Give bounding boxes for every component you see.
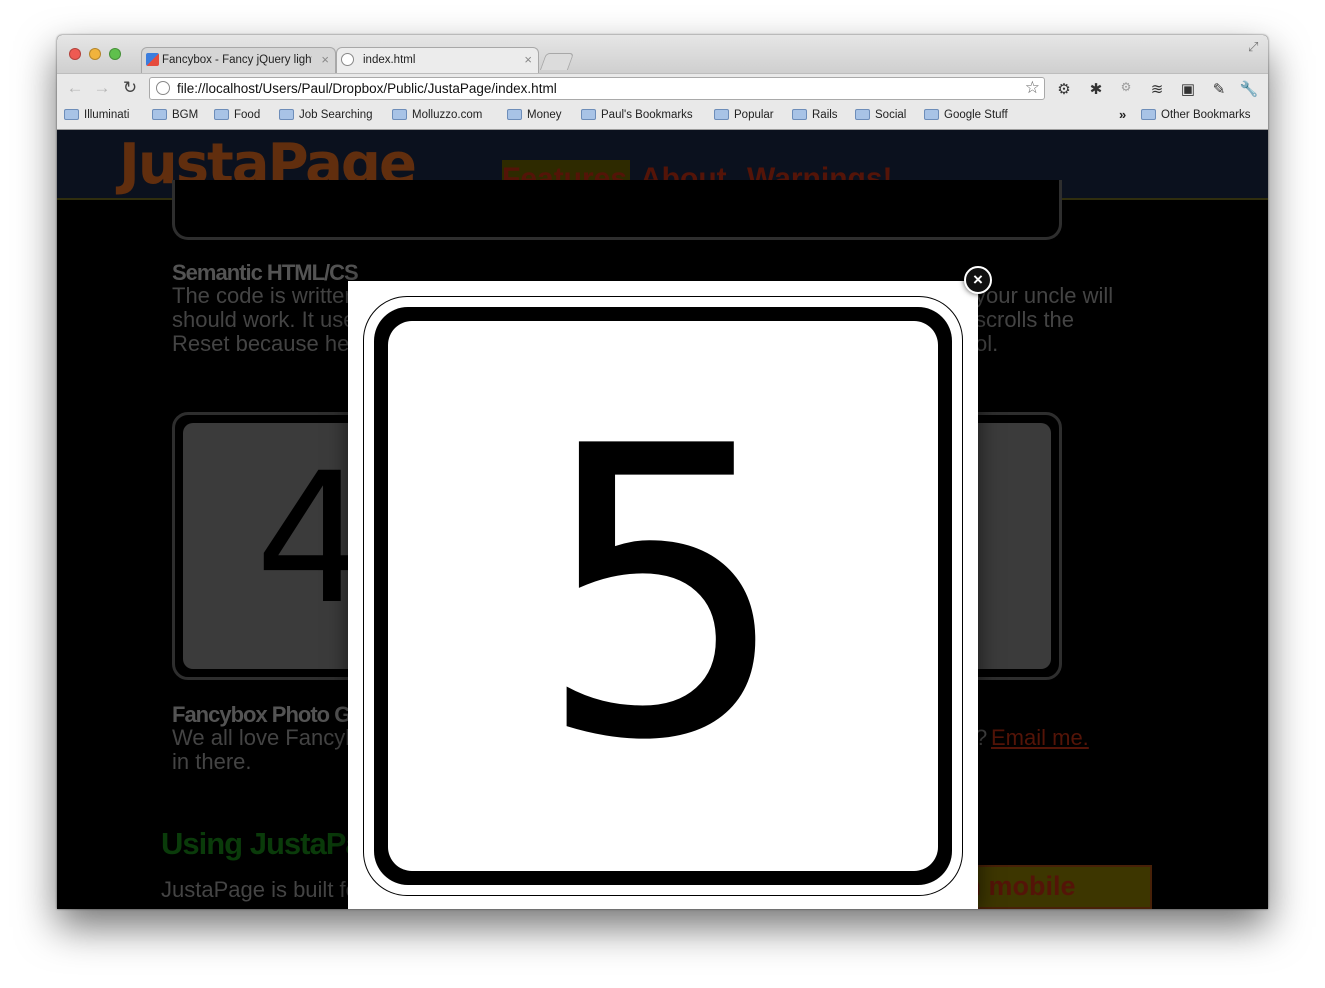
google-favicon-icon (146, 53, 159, 66)
bookmark-folder[interactable]: Molluzzo.com (392, 109, 482, 121)
bookmark-folder[interactable]: Money (507, 109, 562, 121)
folder-icon (792, 109, 807, 120)
bookmark-folder[interactable]: Job Searching (279, 109, 373, 121)
folder-icon (64, 109, 79, 120)
bookmark-folder[interactable]: Illuminati (64, 109, 129, 121)
page-favicon-icon (341, 53, 354, 66)
back-button[interactable]: ← (64, 78, 86, 98)
tab-fancybox[interactable]: Fancybox - Fancy jQuery lightbox × (141, 47, 336, 73)
folder-icon (714, 109, 729, 120)
address-bar[interactable]: file://localhost/Users/Paul/Dropbox/Publ… (149, 77, 1045, 100)
url-text[interactable]: file://localhost/Users/Paul/Dropbox/Publ… (177, 81, 557, 96)
folder-icon (214, 109, 229, 120)
sign-digit: 5 (535, 363, 791, 828)
tab-title: index.html (363, 54, 416, 66)
bookmark-folder[interactable]: Food (214, 109, 260, 121)
tab-close-icon[interactable]: × (524, 48, 532, 72)
page-info-icon[interactable] (156, 81, 170, 95)
bookmarks-bar: Illuminati BGM Food Job Searching Molluz… (57, 103, 1268, 130)
folder-icon (855, 109, 870, 120)
reload-button[interactable]: ↻ (119, 78, 141, 98)
folder-icon (279, 109, 294, 120)
fullscreen-icon[interactable]: ⤢ (1248, 39, 1258, 55)
zoom-window-button[interactable] (109, 48, 121, 60)
folder-icon (392, 109, 407, 120)
bookmark-folder[interactable]: Rails (792, 109, 838, 121)
folder-icon (581, 109, 596, 120)
folder-icon (924, 109, 939, 120)
close-window-button[interactable] (69, 48, 81, 60)
tab-strip: Fancybox - Fancy jQuery lightbox × index… (57, 35, 1268, 73)
bookmark-folder[interactable]: Paul's Bookmarks (581, 109, 693, 121)
layers-extension-icon[interactable]: ≋ (1146, 80, 1168, 98)
tab-title: Fancybox - Fancy jQuery lightbox (162, 54, 312, 66)
bookmark-folder[interactable]: Google Stuff (924, 109, 1008, 121)
star-bookmark-icon[interactable]: ☆ (1025, 78, 1040, 98)
pen-extension-icon[interactable]: ✎ (1208, 80, 1230, 98)
bug-extension-icon[interactable]: ✱ (1085, 80, 1107, 98)
tab-index[interactable]: index.html × (336, 47, 539, 73)
evernote-extension-icon[interactable]: ▣ (1177, 80, 1199, 98)
toolbar: ← → ↻ file://localhost/Users/Paul/Dropbo… (57, 73, 1268, 104)
bookmarks-overflow-button[interactable]: » (1119, 107, 1126, 122)
wrench-menu-icon[interactable]: 🔧 (1238, 80, 1260, 98)
folder-icon (1141, 109, 1156, 120)
other-bookmarks-folder[interactable]: Other Bookmarks (1141, 109, 1250, 121)
forward-button[interactable]: → (91, 78, 113, 98)
tab-close-icon[interactable]: × (321, 48, 329, 72)
js-extension-icon[interactable]: ⚙ (1115, 80, 1137, 94)
lightbox-close-button[interactable]: × (964, 266, 992, 294)
bookmark-folder[interactable]: Popular (714, 109, 774, 121)
minimize-window-button[interactable] (89, 48, 101, 60)
lightbox-frame: 5 (348, 281, 978, 909)
folder-icon (152, 109, 167, 120)
browser-window: Fancybox - Fancy jQuery lightbox × index… (57, 35, 1268, 909)
bookmark-folder[interactable]: BGM (152, 109, 198, 121)
folder-icon (507, 109, 522, 120)
new-tab-button[interactable] (539, 53, 575, 70)
settings-gear-icon[interactable]: ⚙ (1053, 80, 1075, 98)
page-content: JustaPage Features About Warnings! Seman… (57, 130, 1268, 909)
bookmark-folder[interactable]: Social (855, 109, 906, 121)
